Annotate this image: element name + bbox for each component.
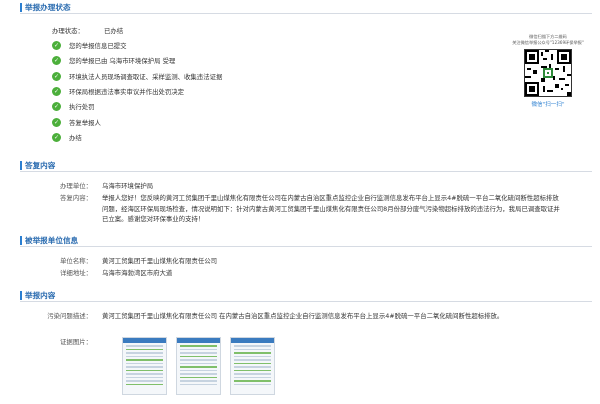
step-label: 环境执法人员现场调查取证、采样监测、收集违法证据 bbox=[69, 72, 223, 81]
section-marker bbox=[20, 3, 22, 12]
step-item: ✓ 办结 bbox=[52, 130, 222, 145]
step-label: 您的举报已由 乌海市环境保护局 受理 bbox=[69, 57, 176, 66]
section-title: 答复内容 bbox=[25, 161, 56, 170]
section-header-content: 举报内容 bbox=[20, 290, 592, 302]
qr-code-icon bbox=[525, 50, 571, 96]
evidence-image-thumbnail[interactable] bbox=[122, 337, 167, 395]
qr-panel: 微信扫描下方二维码 关注微信举报公众号"12369环保举报" 微信"扫一扫" bbox=[508, 34, 588, 108]
evidence-images-row: 证据图片： bbox=[20, 337, 102, 348]
section-header-status: 举报办理状态 bbox=[20, 2, 592, 14]
section-header-unit: 被举报单位信息 bbox=[20, 235, 592, 247]
section-header-reply: 答复内容 bbox=[20, 160, 592, 172]
unit-address-value: 乌海市海勃湾区市府大道 bbox=[102, 269, 173, 277]
unit-name-value: 黄河工贸集团千里山煤焦化有限责任公司 bbox=[102, 257, 218, 265]
unit-address-label: 详细地址： bbox=[60, 269, 92, 277]
reply-unit-value: 乌海市环境保护局 bbox=[102, 182, 154, 190]
qr-scan-caption: 微信"扫一扫" bbox=[531, 102, 565, 108]
status-label: 办理状态： bbox=[52, 27, 84, 35]
section-title: 被举报单位信息 bbox=[25, 236, 79, 245]
step-label: 答复举报人 bbox=[69, 118, 101, 127]
unit-name-label: 单位名称： bbox=[60, 257, 92, 265]
evidence-thumbnails bbox=[122, 337, 275, 395]
check-circle-icon: ✓ bbox=[52, 132, 61, 142]
reply-content-value: 举报人您好！您反映的黄河工贸集团千里山煤焦化有限责任公司在内蒙古自治区重点监控企… bbox=[102, 194, 560, 223]
step-item: ✓ 您的举报信息已提交 bbox=[52, 38, 222, 53]
check-circle-icon: ✓ bbox=[52, 56, 61, 66]
step-item: ✓ 执行处罚 bbox=[52, 99, 222, 114]
step-item: ✓ 环境执法人员现场调查取证、采样监测、收集违法证据 bbox=[52, 69, 222, 84]
qr-code-image bbox=[524, 49, 572, 97]
pollution-desc-value: 黄河工贸集团千里山煤焦化有限责任公司 在内蒙古自治区重点监控企业自行监测信息发布… bbox=[102, 312, 504, 320]
evidence-images-label: 证据图片： bbox=[60, 338, 92, 346]
progress-steps: ✓ 您的举报信息已提交 ✓ 您的举报已由 乌海市环境保护局 受理 ✓ 环境执法人员现场… bbox=[52, 38, 222, 145]
unit-address-row: 详细地址： 乌海市海勃湾区市府大道 bbox=[20, 268, 172, 279]
section-marker bbox=[20, 236, 22, 245]
status-row: 办理状态： 已办结 bbox=[52, 26, 123, 35]
section-title: 举报内容 bbox=[25, 291, 56, 300]
unit-name-row: 单位名称： 黄河工贸集团千里山煤焦化有限责任公司 bbox=[20, 256, 217, 267]
check-circle-icon: ✓ bbox=[52, 117, 61, 127]
section-title: 举报办理状态 bbox=[25, 3, 71, 12]
reply-content-row: 答复内容： 举报人您好！您反映的黄河工贸集团千里山煤焦化有限责任公司在内蒙古自治… bbox=[20, 193, 562, 225]
check-circle-icon: ✓ bbox=[52, 102, 61, 112]
reply-unit-row: 办理单位： 乌海市环境保护局 bbox=[20, 181, 153, 192]
check-circle-icon: ✓ bbox=[52, 71, 61, 81]
step-item: ✓ 环保局根据违法事实审议并作出处罚决定 bbox=[52, 84, 222, 99]
step-item: ✓ 您的举报已由 乌海市环境保护局 受理 bbox=[52, 53, 222, 68]
evidence-image-thumbnail[interactable] bbox=[230, 337, 275, 395]
step-label: 办结 bbox=[69, 133, 82, 142]
section-marker bbox=[20, 161, 22, 170]
step-label: 环保局根据违法事实审议并作出处罚决定 bbox=[69, 88, 185, 97]
pollution-desc-label: 污染问题描述： bbox=[47, 312, 92, 320]
pollution-desc-row: 污染问题描述： 黄河工贸集团千里山煤焦化有限责任公司 在内蒙古自治区重点监控企业… bbox=[20, 311, 562, 322]
section-marker bbox=[20, 291, 22, 300]
reply-unit-label: 办理单位： bbox=[60, 182, 92, 190]
status-value: 已办结 bbox=[104, 27, 124, 35]
step-label: 执行处罚 bbox=[69, 103, 95, 112]
evidence-image-thumbnail[interactable] bbox=[176, 337, 221, 395]
check-circle-icon: ✓ bbox=[52, 41, 61, 51]
step-label: 您的举报信息已提交 bbox=[69, 42, 127, 51]
qr-caption-line2: 关注微信举报公众号"12369环保举报" bbox=[512, 40, 584, 45]
step-item: ✓ 答复举报人 bbox=[52, 114, 222, 129]
check-circle-icon: ✓ bbox=[52, 87, 61, 97]
reply-content-label: 答复内容： bbox=[60, 194, 92, 202]
